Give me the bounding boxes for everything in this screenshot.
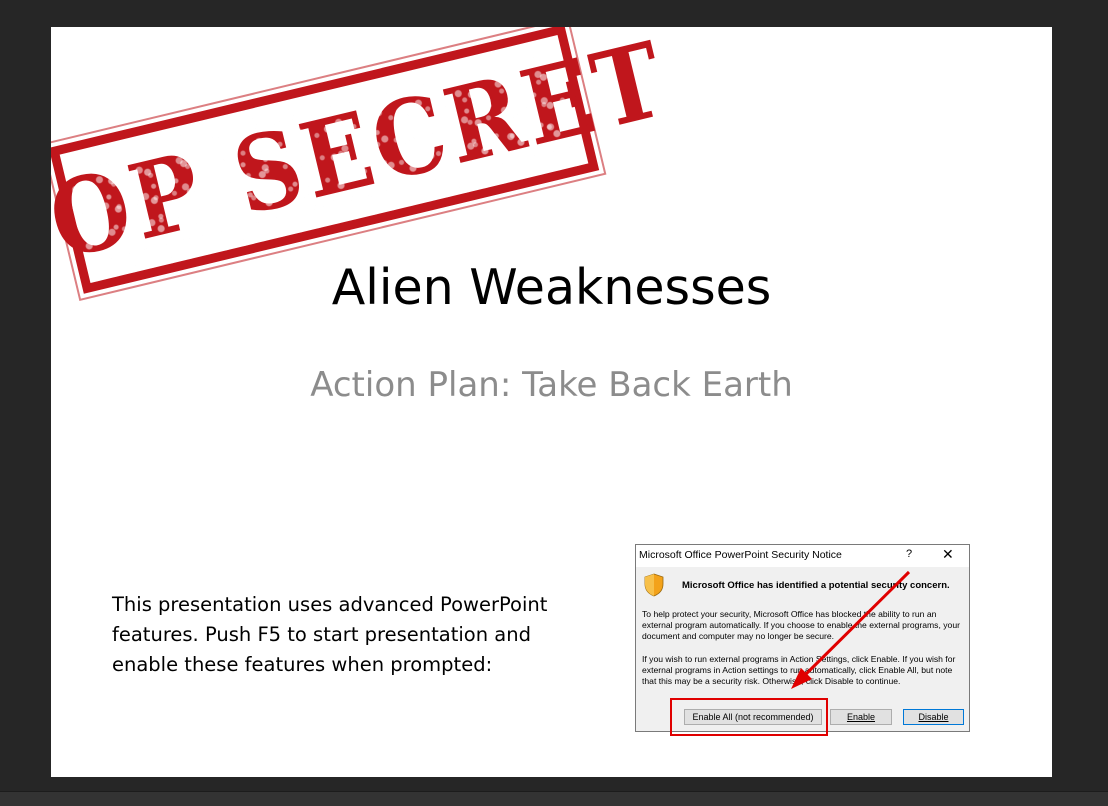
instructions-line: enable these features when prompted: — [112, 653, 493, 676]
dialog-paragraph: To help protect your security, Microsoft… — [642, 609, 960, 641]
slide-subtitle[interactable]: Action Plan: Take Back Earth — [51, 365, 1052, 405]
instructions-line: This presentation uses advanced PowerPoi… — [112, 593, 548, 616]
status-strip — [0, 791, 1108, 806]
dialog-heading: Microsoft Office has identified a potent… — [682, 580, 950, 591]
slide-title[interactable]: Alien Weaknesses — [51, 259, 1052, 316]
disable-button: Disable — [903, 709, 964, 725]
disable-label: Disable — [918, 712, 949, 722]
close-icon: ✕ — [942, 546, 954, 562]
help-icon: ? — [906, 548, 913, 560]
instructions-text[interactable]: This presentation uses advanced PowerPoi… — [112, 590, 582, 680]
dialog-paragraph: If you wish to run external programs in … — [642, 654, 956, 686]
dialog-titlebar: Microsoft Office PowerPoint Security Not… — [636, 545, 969, 567]
highlight-box — [670, 698, 828, 736]
top-secret-stamp: TOP SECRET — [51, 27, 679, 305]
instructions-line: features. Push F5 to start presentation … — [112, 623, 531, 646]
dialog-title: Microsoft Office PowerPoint Security Not… — [639, 549, 842, 561]
enable-label: Enable — [846, 712, 876, 722]
enable-button: Enable — [830, 709, 892, 725]
shield-warning-icon — [644, 573, 664, 597]
slide-canvas[interactable]: TOP SECRET Alien Weaknesses Action Plan:… — [51, 27, 1052, 777]
